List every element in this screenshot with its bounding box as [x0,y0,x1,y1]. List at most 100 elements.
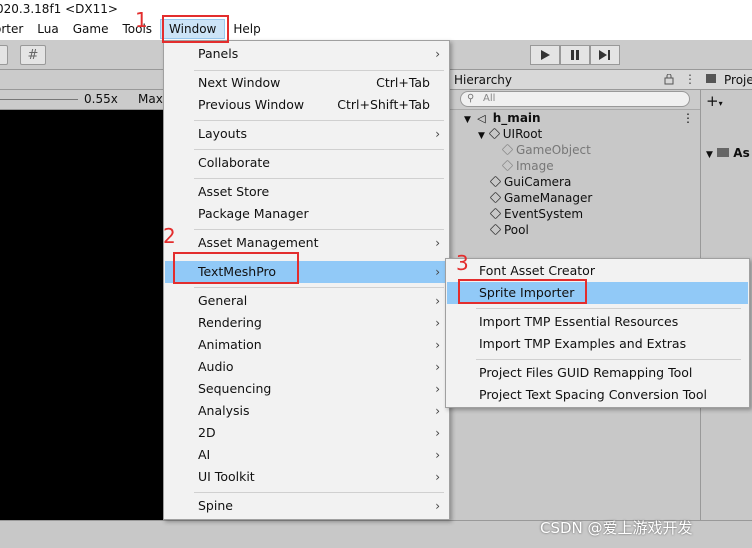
hierarchy-row-label: GuiCamera [504,175,572,189]
menu-item-label: 2D [198,425,216,440]
project-tab[interactable]: Proje [700,70,752,90]
gameobject-icon [489,191,502,204]
hierarchy-search-input[interactable]: ⚲ All [460,91,690,107]
hierarchy-row-label: GameObject [516,143,591,157]
more-icon[interactable]: ⋮ [684,72,696,86]
chevron-right-icon: › [435,470,440,484]
menu-item-label: Asset Store [198,184,270,199]
menu-item-label: Panels [198,46,239,61]
project-add-button[interactable]: +▾ [706,92,723,110]
hierarchy-row[interactable]: Pool [489,222,529,238]
window-title: 020.3.18f1 <DX11> [0,2,118,16]
chevron-right-icon: › [435,294,440,308]
menu-item-import-tmp-examples[interactable]: Import TMP Examples and Extras [447,333,750,355]
menu-item-label: Analysis [198,403,250,418]
menu-item-label: Spine [198,498,233,513]
chevron-right-icon: › [435,448,440,462]
folder-icon [706,74,716,83]
menu-item-asset-management[interactable]: Asset Management › [165,232,450,254]
menu-game[interactable]: Game [67,18,117,40]
hierarchy-row[interactable]: Image [501,158,554,174]
step-button[interactable] [590,45,620,65]
pause-icon [571,50,579,60]
menu-item-asset-store[interactable]: Asset Store [165,181,450,203]
menu-item-ai[interactable]: AI › [165,444,450,466]
menu-item-animation[interactable]: Animation › [165,334,450,356]
hierarchy-tab[interactable]: Hierarchy ⋮ [448,70,700,90]
hierarchy-row-label: EventSystem [504,207,584,221]
menu-separator [194,149,444,150]
menu-item-import-tmp-essential[interactable]: Import TMP Essential Resources [447,311,750,333]
menu-item-panels[interactable]: Panels › [165,43,450,65]
scene-name: h_main [492,111,541,125]
chevron-right-icon: › [435,127,440,141]
menu-separator [476,308,741,309]
menu-item-sequencing[interactable]: Sequencing › [165,378,450,400]
menu-lua[interactable]: Lua [31,18,66,40]
maximize-label[interactable]: Max [138,92,163,106]
menu-item-label: General [198,293,248,308]
play-controls [530,45,620,65]
toolbar-left-button[interactable] [0,45,8,65]
gameobject-icon [489,207,502,220]
game-view-header: 0.55x Max [0,90,163,110]
annotation-step-3: 3 [456,251,469,275]
watermark: CSDN @爱上游戏开发 [540,519,693,537]
menu-item-label: Collaborate [198,155,270,170]
menu-item-general[interactable]: General › [165,290,450,312]
chevron-right-icon: › [435,316,440,330]
menu-separator [194,492,444,493]
expand-arrow-icon[interactable]: ▼ [478,131,485,141]
menu-help[interactable]: Help [225,18,268,40]
menu-item-rendering[interactable]: Rendering › [165,312,450,334]
menu-item-label: Rendering [198,315,262,330]
chevron-right-icon: › [435,338,440,352]
hierarchy-row-label: Pool [504,223,529,237]
scale-slider[interactable] [0,99,78,100]
game-tab-bar [0,70,163,90]
chevron-down-icon: ▾ [718,99,723,108]
play-button[interactable] [530,45,560,65]
menu-item-2d[interactable]: 2D › [165,422,450,444]
menu-item-guid-remapping[interactable]: Project Files GUID Remapping Tool [447,362,750,384]
menu-item-audio[interactable]: Audio › [165,356,450,378]
menu-item-previous-window[interactable]: Previous Window Ctrl+Shift+Tab [165,94,450,116]
expand-arrow-icon[interactable]: ▼ [464,115,471,125]
menu-item-ui-toolkit[interactable]: UI Toolkit › [165,466,450,488]
menu-item-label: Import TMP Essential Resources [479,314,679,329]
folder-icon [717,148,730,157]
lock-icon[interactable] [664,74,674,85]
hierarchy-row[interactable]: GameObject [501,142,591,158]
pause-button[interactable] [560,45,590,65]
menu-item-next-window[interactable]: Next Window Ctrl+Tab [165,72,450,94]
scene-more-icon[interactable]: ⋮ [682,110,694,126]
project-assets-row[interactable]: ▼ As [706,146,750,160]
menu-orter[interactable]: orter [0,18,31,40]
chevron-right-icon: › [435,265,440,279]
chevron-right-icon: › [435,499,440,513]
menu-item-collaborate[interactable]: Collaborate [165,152,450,174]
gameobject-icon [501,143,514,156]
chevron-right-icon: › [435,236,440,250]
hierarchy-row[interactable]: ▼ UIRoot [478,126,542,142]
menu-item-layouts[interactable]: Layouts › [165,123,450,145]
hierarchy-row-label: UIRoot [502,127,543,141]
menu-item-spine[interactable]: Spine › [165,495,450,517]
hierarchy-row[interactable]: EventSystem [489,206,584,222]
hierarchy-row-label: GameManager [504,191,593,205]
menu-item-shortcut: Ctrl+Shift+Tab [337,97,430,112]
hierarchy-row[interactable]: GuiCamera [489,174,572,190]
hierarchy-row[interactable]: GameManager [489,190,593,206]
menu-item-text-spacing-conversion[interactable]: Project Text Spacing Conversion Tool [447,384,750,406]
menu-separator [194,70,444,71]
grid-icon: # [27,47,39,63]
menu-item-label: AI [198,447,211,462]
menu-item-package-manager[interactable]: Package Manager [165,203,450,225]
scene-row[interactable]: ▼ ◁ h_main ⋮ [464,110,700,126]
menu-item-analysis[interactable]: Analysis › [165,400,450,422]
grid-snap-button[interactable]: # [20,45,46,65]
expand-arrow-icon[interactable]: ▼ [706,150,713,160]
chevron-right-icon: › [435,360,440,374]
window-title-bar: 020.3.18f1 <DX11> [0,0,752,18]
gameobject-icon [501,159,514,172]
